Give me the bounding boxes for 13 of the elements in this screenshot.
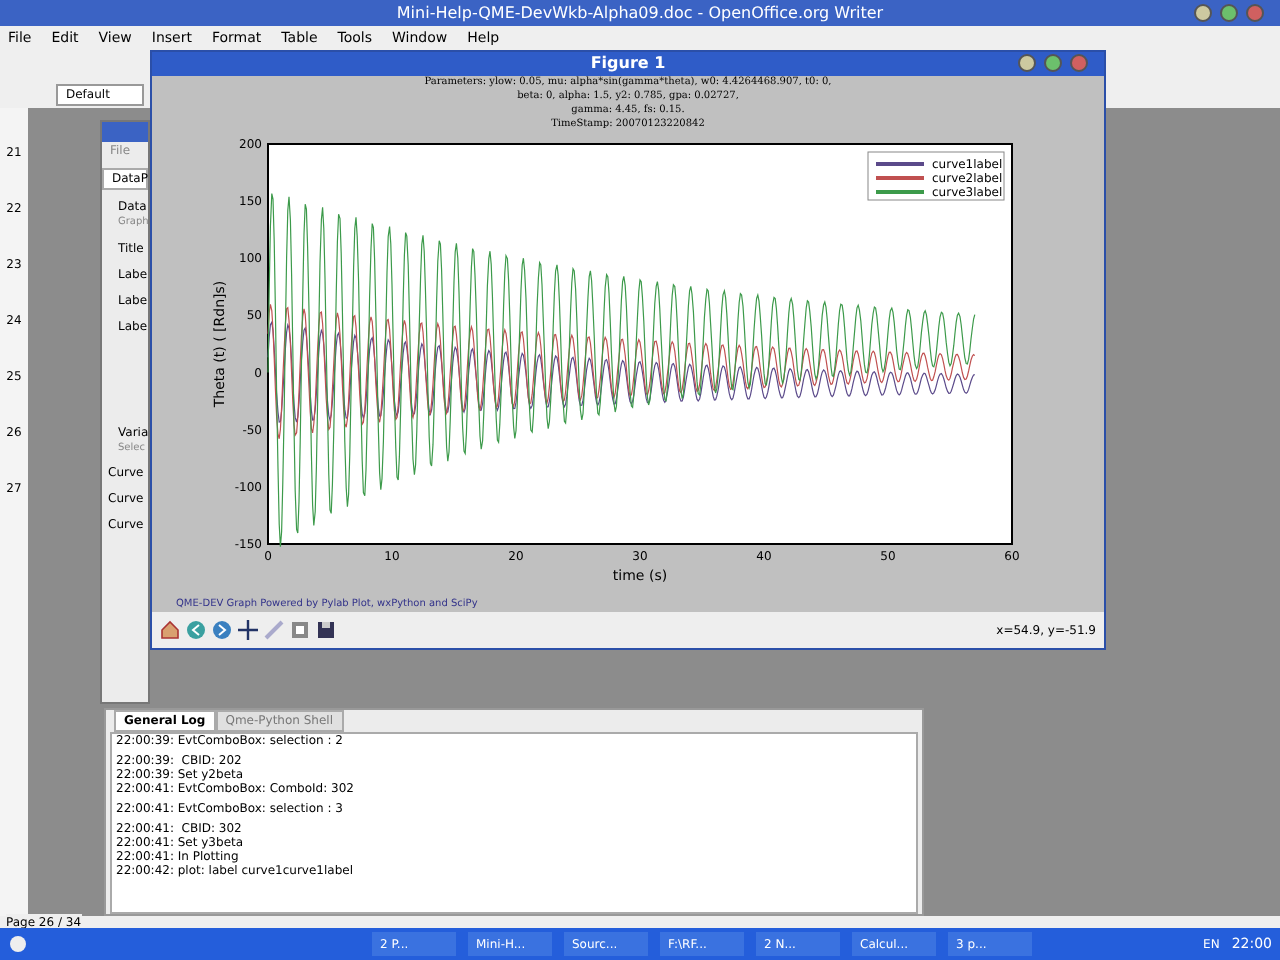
minimize-button[interactable] (1194, 4, 1212, 22)
maximize-button[interactable] (1220, 4, 1238, 22)
maximize-button[interactable] (1044, 54, 1062, 72)
start-icon[interactable] (8, 934, 28, 954)
home-icon[interactable] (160, 620, 180, 641)
forward-arrow-icon[interactable] (212, 620, 232, 641)
save-icon[interactable] (316, 620, 336, 641)
pan-icon[interactable] (238, 620, 258, 641)
title-bar (102, 122, 148, 142)
window-title: Figure 1 (590, 52, 666, 76)
window-title: Mini-Help-QME-DevWkb-Alpha09.doc - OpenOffice.org Writer (396, 1, 884, 25)
minimize-button[interactable] (1018, 54, 1036, 72)
back-arrow-icon[interactable] (186, 620, 206, 641)
